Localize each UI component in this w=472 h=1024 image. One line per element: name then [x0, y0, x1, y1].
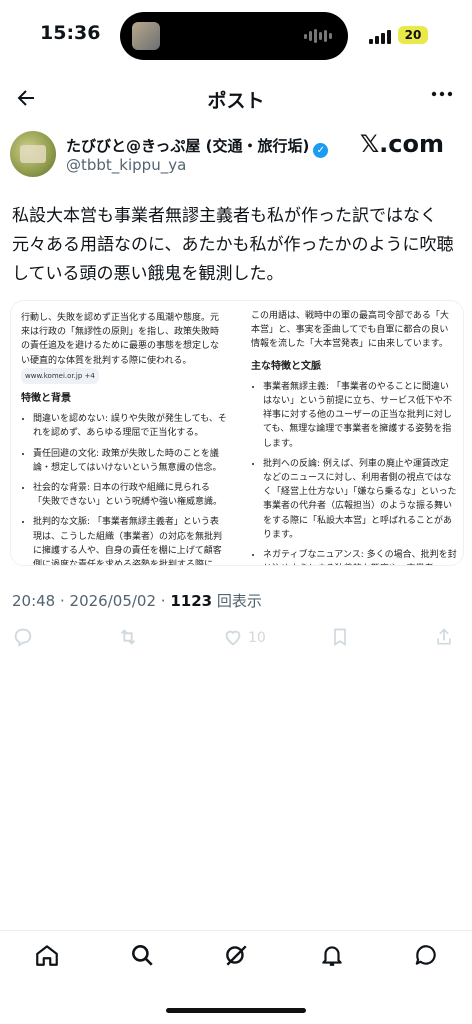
post-meta: 20:48 · 2026/05/02 · 1123 回表示: [12, 592, 262, 610]
list-item: 批判的な文脈: 「事業者無謬主義者」という表現は、こうした組織（事業者）の対応を…: [33, 515, 227, 565]
signal-icon: [369, 30, 391, 44]
view-count: 1123: [170, 592, 213, 610]
image-left-column: 行動し、失敗を認めず正当化する風潮や態度。元来は行政の「無謬性の原則」を指し、政…: [21, 311, 227, 565]
image-left-heading: 特徴と背景: [21, 393, 71, 405]
status-bar: 15:36 20: [0, 0, 472, 72]
grok-icon[interactable]: [222, 941, 250, 969]
author-name[interactable]: たびびと@きっぷ屋 (交通・旅行垢) ✓: [66, 135, 329, 158]
now-playing-thumbnail: [132, 22, 160, 50]
like-count: 10: [248, 630, 266, 646]
bottom-nav: [0, 930, 472, 979]
image-right-column: この用語は、戦時中の軍の最高司令部である「大本営」と、事実を歪曲してでも自軍に都…: [251, 309, 457, 565]
bookmark-icon[interactable]: [330, 626, 350, 653]
list-item: ネガティブなニュアンス: 多くの場合、批判を封じ込めようとする独善的な態度や、事…: [263, 548, 457, 565]
source-label: 𝕏.com: [359, 130, 444, 158]
page-title: ポスト: [207, 90, 265, 112]
repost-icon[interactable]: [116, 626, 140, 653]
list-item: 事業者無謬主義: 「事業者のやることに間違いはない」という前提に立ち、サービス低…: [263, 380, 457, 451]
view-label: 回表示: [216, 592, 262, 610]
image-right-intro: この用語は、戦時中の軍の最高司令部である「大本営」と、事実を歪曲してでも自軍に都…: [251, 311, 449, 350]
like-icon: [222, 626, 244, 650]
more-icon[interactable]: [430, 82, 454, 112]
action-bar: 10: [0, 622, 472, 654]
post-time: 20:48: [12, 592, 56, 610]
home-indicator[interactable]: [166, 1008, 306, 1013]
author-name-text[interactable]: たびびと@きっぷ屋 (交通・旅行垢): [66, 137, 309, 155]
audio-wave-icon: [304, 29, 332, 43]
avatar[interactable]: [10, 131, 56, 177]
share-icon[interactable]: [434, 626, 454, 653]
image-right-heading: 主な特徴と文脈: [251, 360, 321, 372]
source-chip: www.komei.or.jp +4: [21, 367, 99, 385]
like-button[interactable]: 10: [222, 626, 266, 650]
post-date: 2026/05/02: [69, 592, 157, 610]
image-left-intro: 行動し、失敗を認めず正当化する風潮や態度。元来は行政の「無謬性の原則」を指し、政…: [21, 311, 227, 385]
header: ポスト: [0, 76, 472, 120]
list-item: 間違いを認めない: 誤りや失敗が発生しても、それを認めず、あらゆる理屈で正当化す…: [33, 412, 227, 440]
post-image[interactable]: 行動し、失敗を認めず正当化する風潮や態度。元来は行政の「無謬性の原則」を指し、政…: [10, 300, 464, 566]
search-icon[interactable]: [128, 941, 156, 969]
notifications-icon[interactable]: [318, 941, 346, 969]
post-text: 私設大本営も事業者無謬主義者も私が作った訳ではなく元々ある用語なのに、あたかも私…: [12, 206, 454, 284]
status-time: 15:36: [40, 22, 101, 44]
battery-indicator: 20: [398, 26, 428, 44]
dynamic-island[interactable]: [120, 12, 348, 60]
author-handle[interactable]: @tbbt_kippu_ya: [66, 156, 186, 174]
messages-icon[interactable]: [412, 941, 440, 969]
list-item: 批判への反論: 例えば、列車の廃止や運賃改定などのニュースに対し、利用者側の視点…: [263, 457, 457, 542]
home-icon[interactable]: [33, 941, 61, 969]
verified-badge-icon: ✓: [313, 143, 329, 158]
image-right-list: 事業者無謬主義: 「事業者のやることに間違いはない」という前提に立ち、サービス低…: [251, 380, 457, 565]
image-left-list: 間違いを認めない: 誤りや失敗が発生しても、それを認めず、あらゆる理屈で正当化す…: [21, 412, 227, 565]
list-item: 責任回避の文化: 政策が失敗した時のことを議論・想定してはいけないという無意識の…: [33, 447, 227, 475]
list-item: 社会的な背景: 日本の行政や組織に見られる「失敗できない」という呪縛や強い権威意…: [33, 481, 227, 509]
reply-icon[interactable]: [12, 626, 34, 653]
